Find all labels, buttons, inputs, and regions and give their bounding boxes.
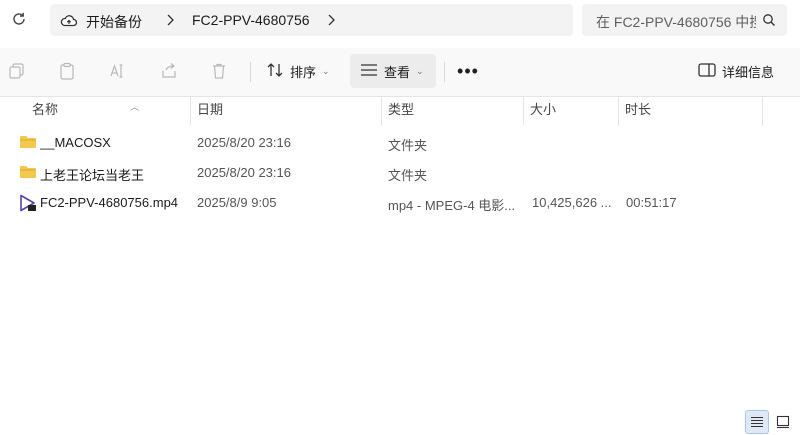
rename-icon[interactable]	[108, 62, 128, 82]
delete-icon[interactable]	[210, 62, 230, 82]
column-header-type[interactable]: 类型	[382, 97, 524, 125]
preview-view-button[interactable]	[771, 410, 795, 434]
search-box[interactable]: 在 FC2-PPV-4680756 中搜索	[582, 4, 787, 36]
file-name: FC2-PPV-4680756.mp4	[40, 195, 179, 210]
column-header-date[interactable]: 日期	[191, 97, 382, 125]
breadcrumb-current-folder[interactable]: FC2-PPV-4680756	[192, 12, 310, 28]
chevron-down-icon: ⌄	[416, 65, 424, 76]
file-name: 上老王论坛当老王	[40, 168, 145, 183]
copy-icon[interactable]	[8, 62, 28, 82]
share-icon[interactable]	[160, 62, 180, 82]
file-row[interactable]: __MACOSX 2025/8/20 23:16 文件夹	[14, 129, 794, 157]
more-options-icon[interactable]: •••	[456, 60, 480, 82]
breadcrumb-chevron-icon[interactable]	[165, 13, 177, 27]
column-header-size-label: 大小	[530, 102, 557, 117]
command-bar: 排序 ⌄ 查看 ⌄ ••• 详细信息	[0, 48, 800, 97]
toolbar-divider	[250, 62, 251, 82]
file-row[interactable]: 上老王论坛当老王 2025/8/20 23:16 文件夹	[14, 159, 794, 187]
column-header-duration-label: 时长	[625, 102, 652, 117]
file-size: 10,425,626 ...	[532, 195, 612, 210]
sort-label: 排序	[290, 64, 317, 80]
column-header-duration[interactable]: 时长	[619, 97, 763, 125]
preview-view-icon	[776, 415, 790, 429]
details-label: 详细信息	[722, 64, 775, 80]
column-header-name[interactable]: 名称 ︿	[26, 97, 191, 125]
breadcrumb-root[interactable]: 开始备份	[86, 12, 142, 32]
chevron-down-icon: ⌄	[322, 65, 330, 76]
details-pane-icon	[698, 62, 716, 80]
sort-icon	[266, 62, 284, 81]
view-list-icon	[360, 63, 378, 80]
refresh-icon[interactable]	[8, 8, 30, 30]
file-duration: 00:51:17	[626, 195, 677, 210]
address-bar[interactable]: 开始备份 FC2-PPV-4680756	[50, 4, 573, 36]
file-date: 2025/8/9 9:05	[197, 195, 277, 210]
view-button[interactable]: 查看 ⌄	[350, 54, 436, 88]
folder-icon	[19, 134, 37, 150]
view-label: 查看	[384, 64, 411, 80]
column-header-row: 名称 ︿ 日期 类型 大小 时长	[0, 97, 800, 125]
details-view-icon	[751, 416, 763, 428]
address-bar-area: 开始备份 FC2-PPV-4680756 在 FC2-PPV-4680756 中…	[0, 0, 800, 44]
sort-ascending-icon: ︿	[130, 102, 140, 112]
video-file-icon	[19, 194, 37, 212]
toolbar-divider	[444, 62, 445, 82]
details-pane-button[interactable]: 详细信息	[692, 54, 788, 88]
column-header-date-label: 日期	[197, 102, 224, 117]
search-input[interactable]: 在 FC2-PPV-4680756 中搜索	[596, 12, 756, 32]
cloud-home-icon	[60, 12, 78, 30]
column-header-name-label: 名称	[32, 102, 59, 117]
file-date: 2025/8/20 23:16	[197, 165, 291, 180]
sort-button[interactable]: 排序 ⌄	[262, 54, 338, 88]
details-view-button[interactable]	[745, 410, 769, 434]
file-name: __MACOSX	[40, 135, 111, 150]
column-header-type-label: 类型	[388, 102, 415, 117]
breadcrumb-chevron-icon[interactable]	[326, 13, 338, 27]
status-bar	[0, 407, 800, 435]
folder-icon	[19, 164, 37, 180]
file-row[interactable]: FC2-PPV-4680756.mp4 2025/8/9 9:05 mp4 - …	[14, 189, 794, 217]
column-header-size[interactable]: 大小	[524, 97, 619, 125]
paste-icon[interactable]	[58, 62, 78, 82]
file-type: 文件夹	[388, 168, 428, 183]
file-date: 2025/8/20 23:16	[197, 135, 291, 150]
search-icon[interactable]	[762, 13, 776, 27]
file-type: 文件夹	[388, 138, 428, 153]
file-type: mp4 - MPEG-4 电影...	[388, 198, 516, 213]
